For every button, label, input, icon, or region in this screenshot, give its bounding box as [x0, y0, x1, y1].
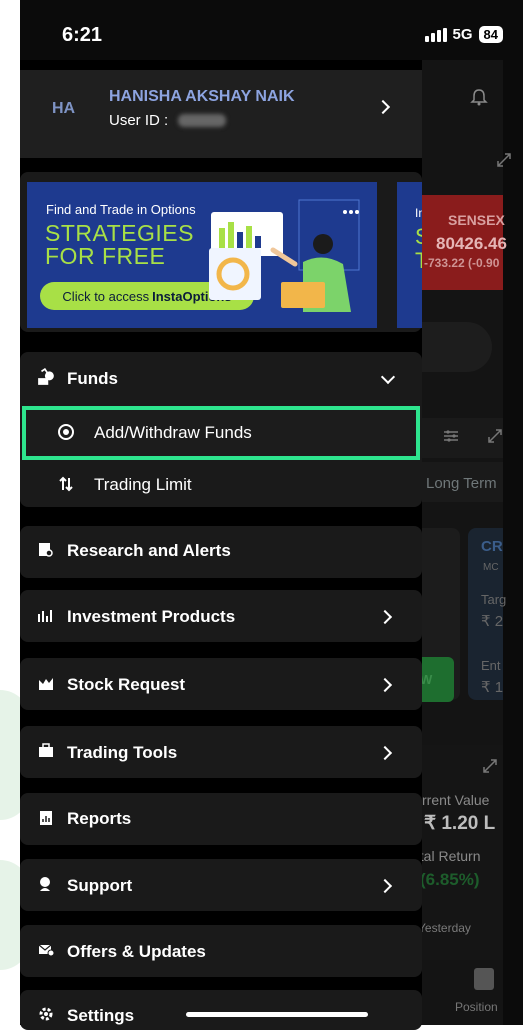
- trading-limit-label[interactable]: Trading Limit: [94, 475, 192, 495]
- signal-icon: [424, 27, 447, 42]
- avatar: HA: [52, 100, 76, 117]
- banner2-text-3: T: [415, 248, 422, 273]
- position-tab-label[interactable]: Position: [455, 1000, 498, 1014]
- report-icon: [40, 811, 52, 825]
- card-title: CR: [481, 538, 503, 555]
- banner-headline-line2: FOR FREE: [45, 243, 166, 269]
- banner2-text-2: S: [415, 224, 422, 250]
- research-icon: [39, 543, 53, 557]
- user-id-redacted: [178, 114, 226, 127]
- battery-icon: 84: [478, 26, 503, 43]
- yesterday-label: Yesterday: [418, 921, 471, 935]
- entry-label: Ent: [481, 658, 501, 673]
- user-name: HANISHA AKSHAY NAIK: [109, 88, 295, 105]
- expand-icon[interactable]: [496, 152, 512, 168]
- home-indicator[interactable]: [186, 1012, 368, 1017]
- sensex-change: -733.22 (-0.90: [424, 256, 500, 270]
- target-label: Targ: [481, 592, 507, 607]
- total-return-percent: (6.85%): [420, 870, 480, 889]
- gear-icon: [39, 1007, 53, 1021]
- sensex-value: 80426.46: [436, 234, 507, 253]
- chart-icon: [38, 610, 52, 622]
- menu-item-label: Stock Request: [67, 675, 186, 694]
- menu-item-label: Settings: [67, 1006, 135, 1025]
- funds-label[interactable]: Funds: [67, 369, 118, 389]
- banner-illustration: [209, 199, 360, 312]
- briefcase-icon: [39, 743, 53, 757]
- menu-item-label: Trading Tools: [67, 743, 178, 762]
- up-down-arrows-icon: [59, 476, 73, 492]
- banner-headline: STRATEGIES FOR FREE: [45, 222, 194, 268]
- menu-item-label: Research and Alerts: [67, 541, 231, 560]
- total-return-label: otal Return: [412, 848, 481, 864]
- promo-banner-2[interactable]: In S T: [397, 182, 422, 328]
- filter-icon[interactable]: [443, 428, 459, 444]
- entry-value: ₹ 1: [481, 679, 504, 696]
- target-value: ₹ 2: [481, 613, 504, 630]
- banner-cta-prefix: Click to access: [62, 288, 150, 304]
- user-id-label: User ID :: [109, 112, 169, 129]
- card-exchange: MC: [483, 562, 499, 573]
- menu-item-label: Support: [67, 876, 133, 895]
- long-term-label: Long Term: [426, 475, 497, 492]
- expand-icon[interactable]: [482, 758, 498, 774]
- stock-request-icon: [39, 678, 53, 690]
- current-value-amount: ₹ 1.20 L: [424, 813, 496, 834]
- banner-headline-line1: STRATEGIES: [45, 220, 194, 246]
- menu-item-label: Reports: [67, 809, 132, 828]
- menu-item-label: Offers & Updates: [67, 942, 206, 961]
- promo-banner[interactable]: Find and Trade in Options STRATEGIES FOR…: [27, 182, 377, 328]
- add-withdraw-funds-label: Add/Withdraw Funds: [94, 423, 252, 442]
- moneybag-icon: [38, 368, 54, 385]
- status-time: 6:21: [62, 24, 103, 46]
- offers-icon: [38, 944, 54, 957]
- banner-subtitle: Find and Trade in Options: [46, 202, 196, 217]
- menu-item-label: Investment Products: [67, 607, 236, 626]
- support-icon: [40, 877, 50, 891]
- rupee-coin-icon: [58, 424, 74, 440]
- expand-icon[interactable]: [487, 428, 503, 444]
- sensex-label: SENSEX: [448, 212, 505, 228]
- bell-icon[interactable]: [470, 88, 488, 106]
- network-label: 5G: [452, 26, 473, 43]
- status-indicators: 5G 84: [424, 26, 503, 43]
- banner2-text-1: In: [415, 206, 422, 220]
- current-value-label: rrent Value: [422, 792, 490, 808]
- position-icon[interactable]: [474, 968, 494, 990]
